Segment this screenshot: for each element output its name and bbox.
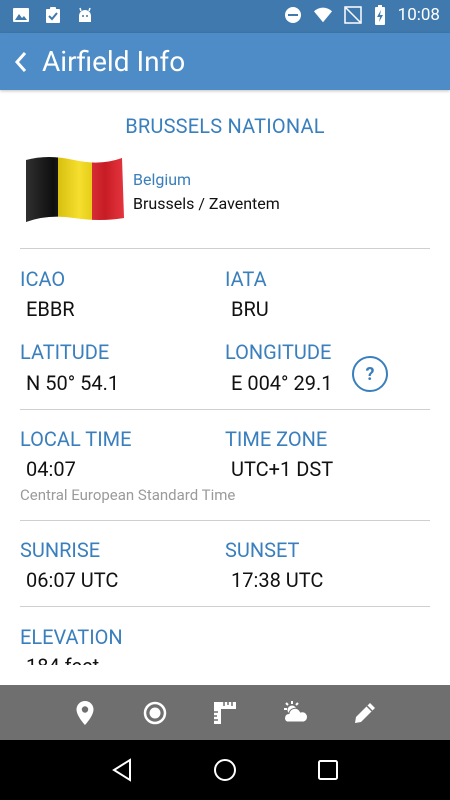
time-zone-label: TIME ZONE [225, 427, 328, 451]
map-pin-icon [76, 700, 94, 725]
nav-recents-button[interactable] [308, 750, 348, 790]
back-triangle-icon [111, 758, 131, 782]
location-button[interactable] [135, 693, 175, 733]
do-not-disturb-icon [284, 7, 301, 23]
sunset-label: SUNSET [225, 538, 300, 562]
clipboard-check-icon [46, 7, 60, 23]
belgium-flag-icon [26, 157, 124, 222]
divider [20, 606, 430, 607]
measure-button[interactable] [205, 693, 245, 733]
sunrise-value: 06:07 UTC [26, 568, 119, 592]
app-bar: Airfield Info [0, 33, 450, 90]
local-time-label: LOCAL TIME [20, 427, 132, 451]
iata-label: IATA [225, 267, 267, 291]
weather-button[interactable] [275, 693, 315, 733]
iata-value: BRU [231, 297, 269, 321]
longitude-value: E 004° 29.1 [231, 371, 333, 395]
chevron-left-icon [14, 51, 27, 72]
time-zone-help-button[interactable]: ? [352, 356, 388, 392]
android-icon [79, 7, 91, 22]
divider [20, 520, 430, 521]
status-bar: 10:08 [0, 0, 450, 33]
elevation-label: ELEVATION [20, 625, 123, 649]
icao-label: ICAO [20, 267, 66, 291]
ruler-icon [214, 701, 236, 724]
weather-icon [284, 700, 308, 722]
country-name: Belgium [133, 170, 192, 189]
city-name: Brussels / Zaventem [133, 194, 280, 213]
latitude-value: N 50° 54.1 [26, 371, 120, 395]
wifi-icon [313, 7, 332, 23]
longitude-label: LONGITUDE [225, 340, 332, 364]
sunrise-label: SUNRISE [20, 538, 101, 562]
back-button[interactable] [4, 33, 38, 90]
nav-back-button[interactable] [102, 750, 142, 790]
no-signal-icon [343, 6, 362, 24]
time-zone-description: Central European Standard Time [20, 486, 236, 504]
bottom-toolbar [0, 685, 450, 740]
battery-charging-icon [374, 5, 385, 25]
time-zone-value: UTC+1 DST [231, 457, 334, 481]
divider [20, 409, 430, 410]
latitude-label: LATITUDE [20, 340, 110, 364]
local-time-value: 04:07 [26, 457, 76, 481]
status-time: 10:08 [397, 5, 440, 25]
airfield-info-panel: BRUSSELS NATIONAL Belgium Brussels / Zav… [0, 90, 450, 665]
elevation-value: 184 feet [26, 654, 99, 665]
divider [20, 248, 430, 249]
airfield-name: BRUSSELS NATIONAL [125, 114, 325, 138]
home-circle-icon [213, 759, 236, 781]
target-icon [143, 701, 167, 724]
notes-button[interactable] [345, 693, 385, 733]
icao-value: EBBR [26, 297, 75, 321]
nav-home-button[interactable] [205, 750, 245, 790]
page-title: Airfield Info [42, 45, 186, 78]
system-nav-bar [0, 740, 450, 800]
map-button[interactable] [65, 693, 105, 733]
image-icon [13, 8, 29, 22]
recents-square-icon [318, 760, 339, 780]
edit-icon [355, 702, 375, 723]
sunset-value: 17:38 UTC [231, 568, 324, 592]
